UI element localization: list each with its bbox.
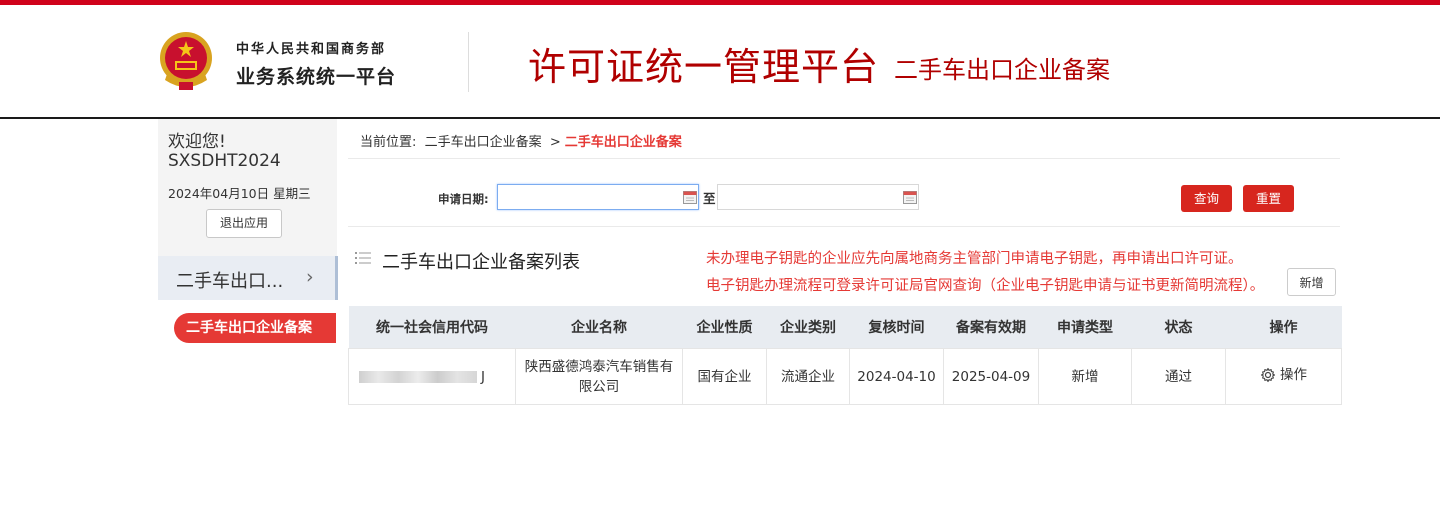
date-range-separator: 至 <box>703 191 716 206</box>
notice-line-2: 电子钥匙办理流程可登录许可证局官网查询（企业电子钥匙申请与证书更新简明流程）。 <box>706 278 1265 294</box>
breadcrumb-separator: > <box>549 135 561 150</box>
column-header: 统一社会信用代码 <box>348 306 516 349</box>
calendar-icon[interactable] <box>683 190 697 204</box>
operation-button[interactable]: 操作 <box>1260 365 1307 385</box>
welcome-text: 欢迎您! SXSDHT2024 <box>168 133 281 171</box>
chevron-right-icon: › <box>306 266 314 288</box>
header-divider <box>468 32 469 92</box>
apply-type-cell: 新增 <box>1038 348 1132 405</box>
platform-name: 业务系统统一平台 <box>236 66 397 88</box>
date-to-input[interactable] <box>717 184 919 210</box>
filing-table: 统一社会信用代码 企业名称 企业性质 企业类别 复核时间 备案有效期 申请类型 … <box>348 306 1342 405</box>
apply-date-label: 申请日期: <box>438 192 489 206</box>
query-button[interactable]: 查询 <box>1181 185 1232 212</box>
column-header: 申请类型 <box>1038 306 1132 349</box>
column-header: 企业类别 <box>766 306 850 349</box>
company-name-cell: 陕西盛德鸿泰汽车销售有限公司 <box>515 348 683 405</box>
company-category-cell: 流通企业 <box>766 348 850 405</box>
credit-code-cell: J <box>348 348 516 405</box>
welcome-label: 欢迎您! <box>168 132 226 152</box>
page-subtitle: 二手车出口企业备案 <box>894 56 1110 84</box>
column-header: 操作 <box>1225 306 1342 349</box>
national-emblem <box>160 32 212 90</box>
logout-button[interactable]: 退出应用 <box>206 209 282 238</box>
current-date: 2024年04月10日 星期三 <box>168 186 311 201</box>
breadcrumb-current: 二手车出口企业备案 <box>564 135 682 150</box>
company-nature-cell: 国有企业 <box>682 348 767 405</box>
credit-code-suffix: J <box>481 368 485 385</box>
column-header: 备案有效期 <box>943 306 1039 349</box>
notice-line-1: 未办理电子钥匙的企业应先向属地商务主管部门申请电子钥匙，再申请出口许可证。 <box>706 251 1243 267</box>
breadcrumb-prefix: 当前位置: <box>360 135 417 150</box>
operation-label: 操作 <box>1280 366 1307 383</box>
date-from-input[interactable] <box>497 184 699 210</box>
column-header: 企业性质 <box>682 306 767 349</box>
column-header: 复核时间 <box>849 306 944 349</box>
list-title: 二手车出口企业备案列表 <box>382 252 580 273</box>
org-name: 中华人民共和国商务部 <box>236 42 387 57</box>
gear-icon <box>1260 367 1276 382</box>
column-header: 企业名称 <box>515 306 683 349</box>
table-header-row: 统一社会信用代码 企业名称 企业性质 企业类别 复核时间 备案有效期 申请类型 … <box>348 306 1342 349</box>
sidebar-menu-group-label: 二手车出口... <box>176 271 284 292</box>
add-button[interactable]: 新增 <box>1287 268 1336 296</box>
valid-until-cell: 2025-04-09 <box>943 348 1039 405</box>
username: SXSDHT2024 <box>168 151 281 171</box>
filter-divider <box>348 226 1340 227</box>
breadcrumb-parent[interactable]: 二手车出口企业备案 <box>425 135 542 150</box>
redacted-credit-code <box>359 370 477 383</box>
reset-button[interactable]: 重置 <box>1243 185 1294 212</box>
table-row: J 陕西盛德鸿泰汽车销售有限公司 国有企业 流通企业 2024-04-10 20… <box>348 348 1342 405</box>
sidebar-item-used-car-export[interactable]: 二手车出口企业备案 <box>174 313 336 343</box>
column-header: 状态 <box>1131 306 1226 349</box>
status-cell: 通过 <box>1131 348 1226 405</box>
review-time-cell: 2024-04-10 <box>849 348 944 405</box>
sidebar-menu-group[interactable]: 二手车出口... › <box>158 256 338 300</box>
page-title: 许可证统一管理平台 <box>528 45 880 89</box>
calendar-icon[interactable] <box>903 190 917 204</box>
operation-cell: 操作 <box>1225 348 1342 405</box>
breadcrumb-divider <box>348 158 1340 159</box>
breadcrumb: 当前位置: 二手车出口企业备案 > 二手车出口企业备案 <box>360 131 682 150</box>
list-icon <box>355 252 371 264</box>
